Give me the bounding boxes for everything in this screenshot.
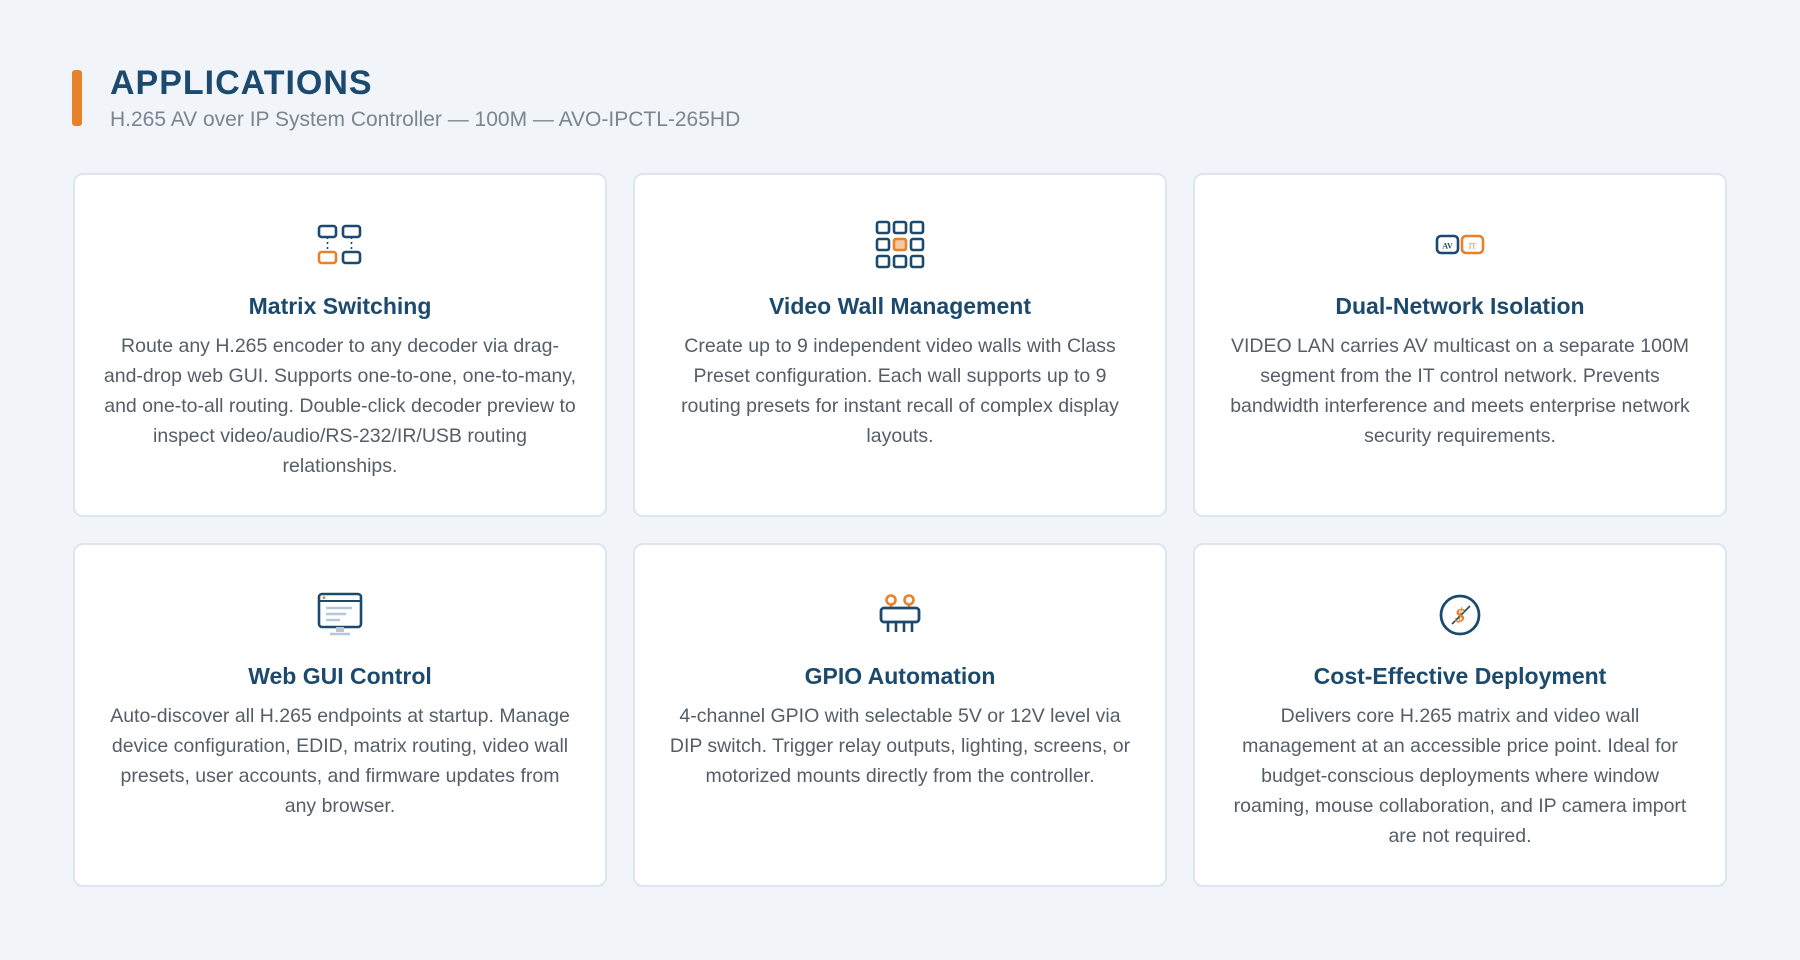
video-wall-grid-icon bbox=[663, 219, 1137, 271]
card-title: Web GUI Control bbox=[248, 663, 432, 689]
card-video-wall-management: Video Wall Management Create up to 9 ind… bbox=[633, 173, 1167, 517]
card-title: Cost-Effective Deployment bbox=[1313, 663, 1607, 689]
header-accent-bar bbox=[72, 70, 82, 126]
header-text: APPLICATIONS H.265 AV over IP System Con… bbox=[110, 62, 740, 132]
card-title: Dual-Network Isolation bbox=[1335, 293, 1585, 319]
card-description: Delivers core H.265 matrix and video wal… bbox=[1233, 705, 1687, 847]
card-title: Video Wall Management bbox=[769, 293, 1031, 319]
card-matrix-switching: Matrix Switching Route any H.265 encoder… bbox=[73, 173, 607, 517]
gpio-connector-icon bbox=[663, 589, 1137, 641]
av-it-network-icon: AV IT bbox=[1223, 219, 1697, 271]
card-description: 4-channel GPIO with selectable 5V or 12V… bbox=[669, 705, 1131, 787]
matrix-switching-icon bbox=[103, 219, 577, 271]
card-title: GPIO Automation bbox=[804, 663, 996, 689]
web-browser-monitor-icon bbox=[103, 589, 577, 641]
av-label: AV bbox=[1442, 242, 1453, 251]
card-description: Route any H.265 encoder to any decoder v… bbox=[103, 335, 577, 477]
page-header: APPLICATIONS H.265 AV over IP System Con… bbox=[72, 62, 740, 132]
page-title: APPLICATIONS bbox=[110, 64, 373, 102]
applications-grid: Matrix Switching Route any H.265 encoder… bbox=[73, 173, 1727, 887]
card-description: Create up to 9 independent video walls w… bbox=[681, 335, 1119, 447]
card-web-gui-control: Web GUI Control Auto-discover all H.265 … bbox=[73, 543, 607, 887]
dollar-label: $ bbox=[1454, 605, 1465, 627]
page-subtitle: H.265 AV over IP System Controller — 100… bbox=[110, 108, 741, 131]
card-description: Auto-discover all H.265 endpoints at sta… bbox=[110, 705, 570, 817]
it-label: IT bbox=[1469, 242, 1477, 251]
card-dual-network-isolation: AV IT Dual-Network Isolation VIDEO LAN c… bbox=[1193, 173, 1727, 517]
card-gpio-automation: GPIO Automation 4-channel GPIO with sele… bbox=[633, 543, 1167, 887]
cost-dollar-icon: $ bbox=[1223, 589, 1697, 641]
card-title: Matrix Switching bbox=[248, 293, 432, 319]
card-description: VIDEO LAN carries AV multicast on a sepa… bbox=[1230, 335, 1690, 447]
card-cost-effective-deployment: $ Cost-Effective Deployment Delivers cor… bbox=[1193, 543, 1727, 887]
